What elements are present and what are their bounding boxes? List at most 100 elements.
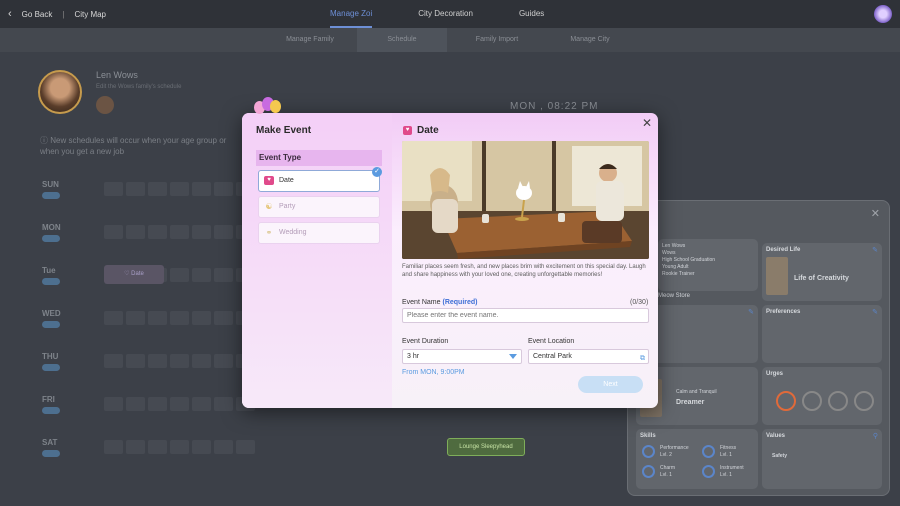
schedule-cell[interactable] [104, 440, 123, 454]
top-tabs: Manage Zoi City Decoration Guides [330, 0, 590, 28]
edit-preferences-icon[interactable]: ✎ [872, 308, 878, 316]
schedule-cell[interactable] [170, 182, 189, 196]
schedule-cell[interactable] [126, 311, 145, 325]
location-picker[interactable]: Central Park ⧉ [528, 349, 649, 364]
urge-icon-3 [828, 391, 848, 411]
schedule-cell[interactable] [104, 311, 123, 325]
schedule-cell[interactable] [214, 397, 233, 411]
schedule-cell[interactable] [104, 354, 123, 368]
event-duration-label: Event Duration [402, 338, 449, 345]
schedule-cell[interactable] [214, 182, 233, 196]
urges-card[interactable]: Urges [762, 367, 882, 425]
schedule-cell[interactable] [214, 268, 233, 282]
schedule-cell[interactable] [192, 354, 211, 368]
edit-traits-icon[interactable]: ✎ [748, 308, 754, 316]
schedule-cell[interactable] [192, 397, 211, 411]
urge-icon-1 [776, 391, 796, 411]
schedule-cell[interactable] [148, 225, 167, 239]
event-type-party[interactable]: ☯ Party [258, 196, 380, 218]
subtab-manage-family[interactable]: Manage Family [265, 28, 355, 52]
day-toggle[interactable] [42, 321, 60, 328]
info-line-family: Wows [662, 250, 676, 256]
day-label: WED [42, 309, 61, 318]
desired-life-card[interactable]: Desired Life Life of Creativity ✎ [762, 243, 882, 301]
go-back-button[interactable]: ‹ Go Back [8, 8, 52, 20]
schedule-cell[interactable] [148, 440, 167, 454]
values-card[interactable]: Values ⚲ Safety [762, 429, 882, 489]
heart-calendar-icon: ♥ [264, 176, 274, 185]
schedule-cell[interactable] [126, 182, 145, 196]
schedule-cell[interactable] [170, 268, 189, 282]
schedule-cell[interactable] [170, 440, 189, 454]
user-avatar[interactable] [874, 5, 892, 23]
schedule-cell[interactable] [104, 225, 123, 239]
schedule-cell[interactable] [126, 225, 145, 239]
schedule-cell[interactable] [192, 225, 211, 239]
dropdown-arrow-icon [509, 354, 517, 359]
day-toggle[interactable] [42, 407, 60, 414]
clock-display: MON , 08:22 PM [510, 101, 599, 112]
schedule-cell[interactable] [126, 440, 145, 454]
edit-desired-life-icon[interactable]: ✎ [872, 246, 878, 254]
event-type-wedding[interactable]: ⚭ Wedding [258, 222, 380, 244]
subtab-family-import[interactable]: Family Import [452, 28, 542, 52]
schedule-cell[interactable] [170, 225, 189, 239]
skills-card[interactable]: Skills Performance Lvl. 2 Fitness Lvl. 1… [636, 429, 758, 489]
date-scene-image [402, 141, 649, 259]
day-toggle[interactable] [42, 235, 60, 242]
event-type-date[interactable]: ♥ Date ✓ [258, 167, 382, 192]
desired-life-label: Desired Life [766, 247, 801, 253]
day-toggle[interactable] [42, 278, 60, 285]
skill-charm-name: Charm [660, 465, 676, 471]
bg-lounge-event[interactable]: Lounge Sleepyhead [447, 438, 525, 456]
go-back-label: Go Back [21, 9, 53, 19]
duration-select[interactable]: 3 hr [402, 349, 522, 364]
schedule-cell[interactable] [192, 311, 211, 325]
skill-performance-level: Lvl. 2 [660, 452, 672, 458]
info-line-job: Rookie Trainer [662, 271, 695, 277]
next-button[interactable]: Next [578, 376, 643, 393]
search-values-icon[interactable]: ⚲ [873, 432, 878, 440]
subtab-manage-city[interactable]: Manage City [545, 28, 635, 52]
subtab-schedule[interactable]: Schedule [357, 28, 447, 52]
schedule-cell[interactable] [214, 440, 233, 454]
schedule-cell[interactable] [148, 397, 167, 411]
event-type-label: Event Type [256, 150, 382, 166]
preferences-card[interactable]: Preferences ✎ [762, 305, 882, 363]
schedule-cell[interactable] [170, 397, 189, 411]
schedule-cell[interactable] [214, 225, 233, 239]
schedule-cell[interactable] [148, 354, 167, 368]
values-label: Values [766, 433, 786, 439]
schedule-cell[interactable] [104, 182, 123, 196]
bg-date-event[interactable]: ♡ Date [104, 265, 164, 284]
schedule-cell[interactable] [148, 182, 167, 196]
balloons-icon [254, 97, 284, 121]
day-toggle[interactable] [42, 192, 60, 199]
schedule-cell[interactable] [126, 354, 145, 368]
schedule-cell[interactable] [170, 311, 189, 325]
schedule-cell[interactable] [148, 311, 167, 325]
tab-guides[interactable]: Guides [519, 0, 544, 28]
city-map-link[interactable]: City Map [74, 10, 106, 19]
profile-mini-avatar[interactable] [96, 96, 114, 114]
schedule-cell[interactable] [192, 182, 211, 196]
profile-avatar[interactable] [38, 70, 82, 114]
tab-manage-zoi[interactable]: Manage Zoi [330, 0, 373, 28]
tab-city-decoration[interactable]: City Decoration [418, 0, 473, 28]
day-toggle[interactable] [42, 364, 60, 371]
schedule-cell[interactable] [214, 354, 233, 368]
day-toggle[interactable] [42, 450, 60, 457]
event-name-input[interactable] [402, 308, 649, 323]
date-scene-illustration [402, 141, 649, 259]
panel-close-icon[interactable]: ✕ [871, 207, 880, 220]
schedule-cell[interactable] [214, 311, 233, 325]
schedule-cell[interactable] [170, 354, 189, 368]
schedule-cell[interactable] [192, 440, 211, 454]
schedule-cell[interactable] [126, 397, 145, 411]
schedule-cell[interactable] [236, 440, 255, 454]
external-link-icon[interactable]: ⧉ [640, 352, 645, 365]
schedule-cell[interactable] [104, 397, 123, 411]
schedule-notice-text: New schedules will occur when your age g… [40, 136, 227, 156]
close-icon[interactable]: ✕ [642, 116, 652, 130]
schedule-cell[interactable] [192, 268, 211, 282]
